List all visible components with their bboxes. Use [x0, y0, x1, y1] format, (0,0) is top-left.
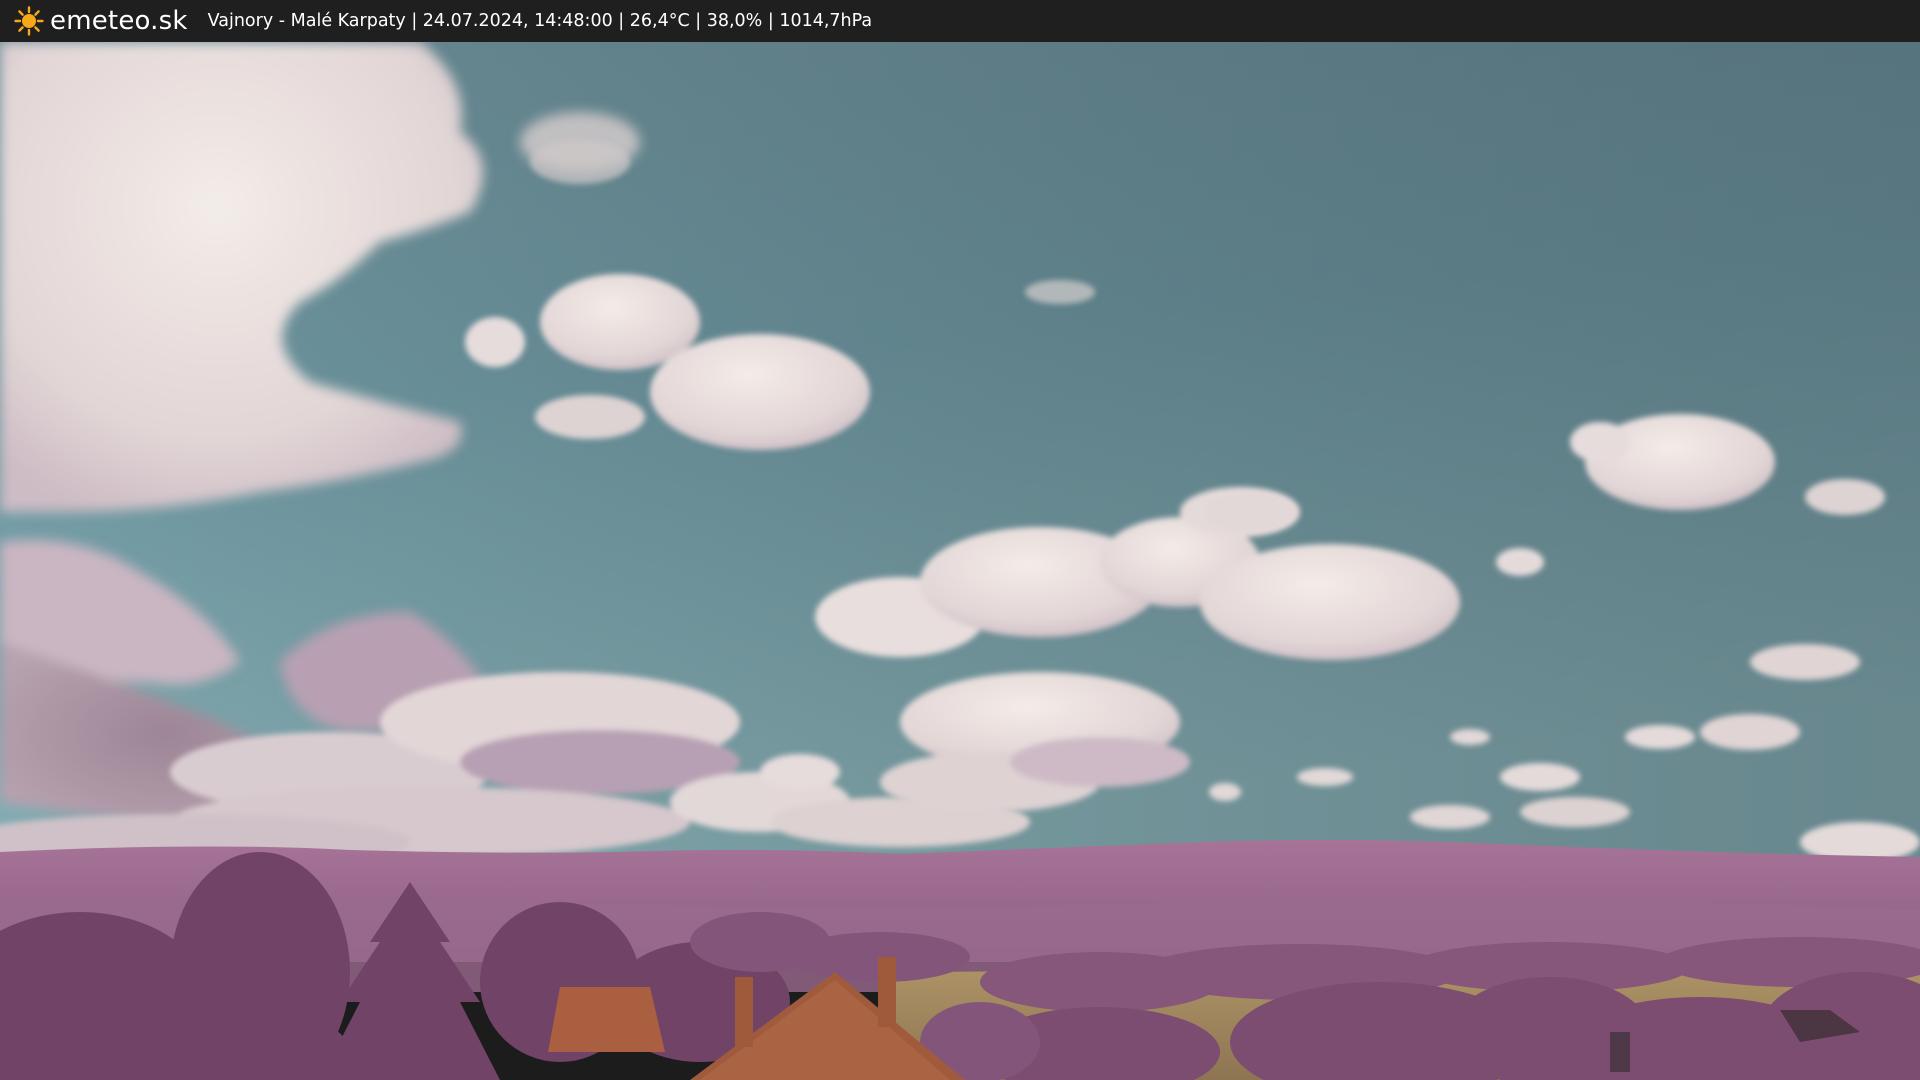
webcam-caption: Vajnory - Malé Karpaty | 24.07.2024, 14:… — [207, 11, 873, 31]
brand-logo[interactable]: emeteo.sk — [14, 6, 188, 36]
brand-name: emeteo.sk — [50, 6, 188, 36]
webcam-image — [0, 42, 1920, 1080]
sun-icon — [14, 6, 44, 36]
header-bar: emeteo.sk Vajnory - Malé Karpaty | 24.07… — [0, 0, 1920, 42]
